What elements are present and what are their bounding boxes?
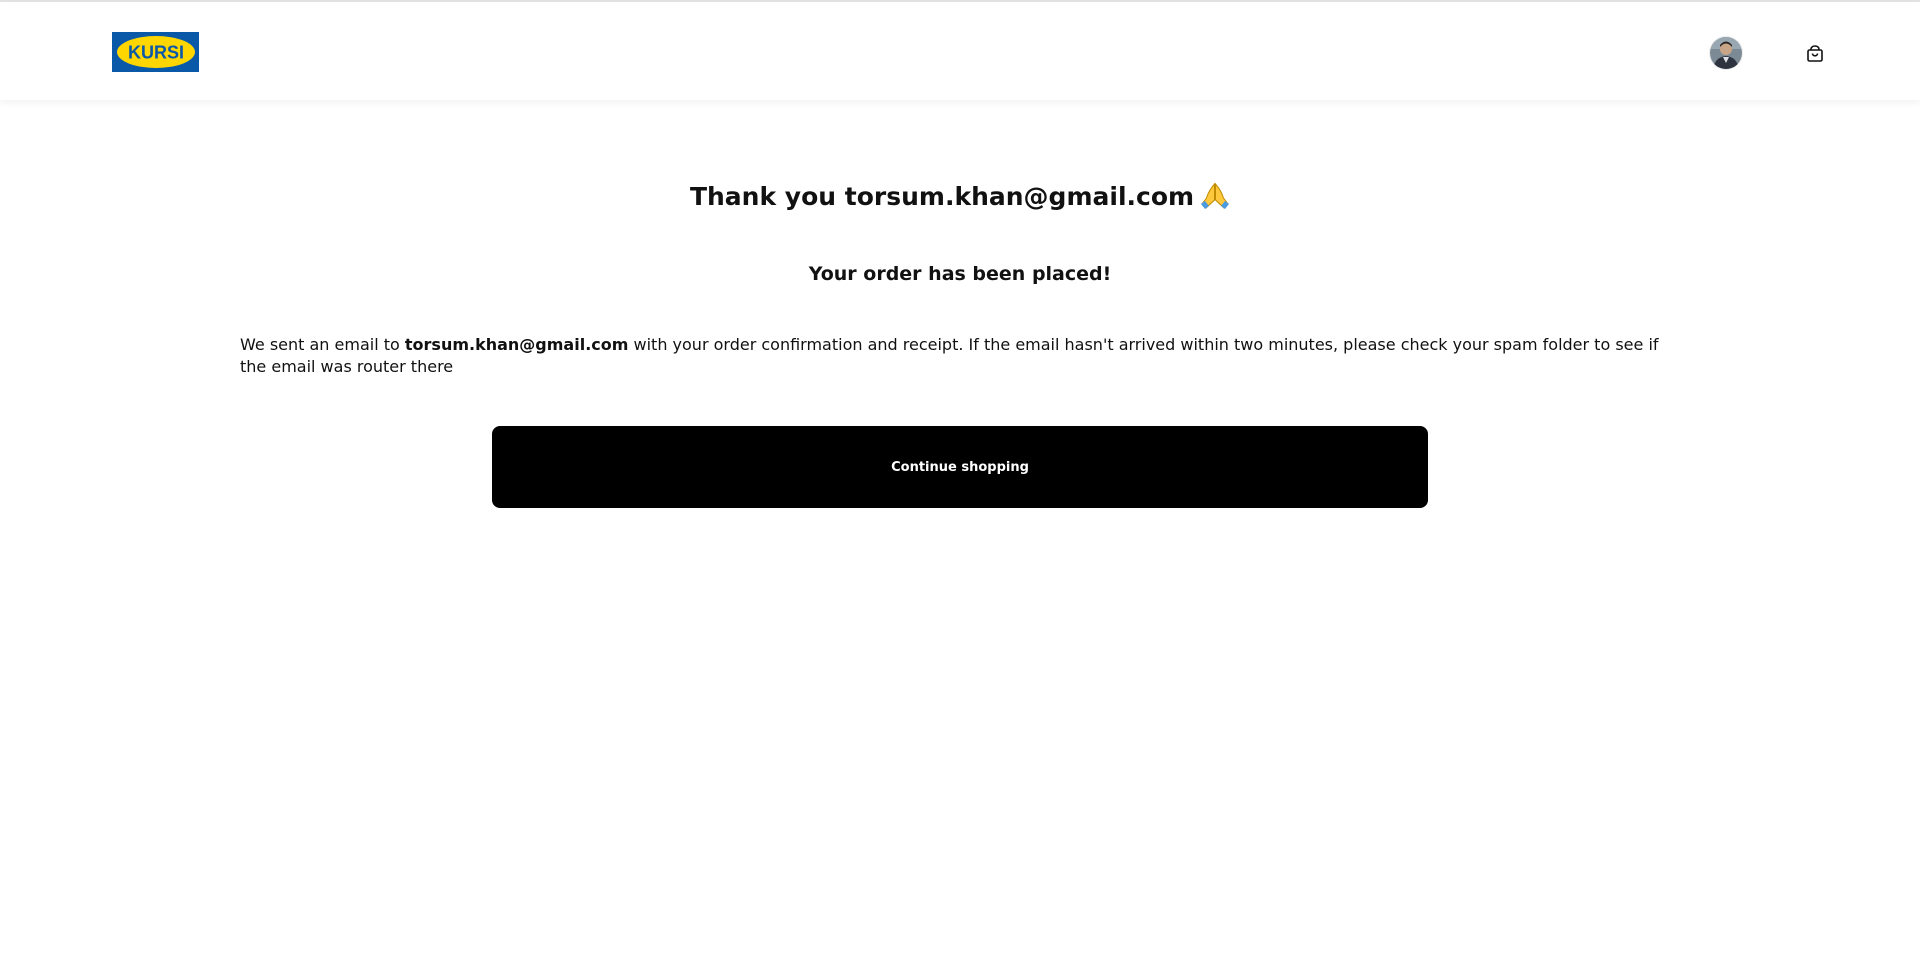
logo-text: KURSI <box>127 43 183 63</box>
folded-hands-icon <box>1201 182 1230 209</box>
title-email: torsum.khan@gmail.com <box>844 182 1195 211</box>
order-confirmation-page: KURSI Thank you torsum.khan@gmail.com Yo… <box>0 0 1920 972</box>
order-placed-heading: Your order has been placed! <box>808 263 1112 285</box>
cart-button[interactable] <box>1804 43 1826 65</box>
message-email: torsum.khan@gmail.com <box>404 335 629 354</box>
kursi-logo[interactable]: KURSI <box>112 32 199 72</box>
user-avatar[interactable] <box>1710 37 1742 69</box>
message-intro: We sent an email to <box>240 335 400 354</box>
confirmation-message: We sent an email to torsum.khan@gmail.co… <box>240 334 1680 378</box>
shopping-bag-icon <box>1807 45 1823 62</box>
continue-shopping-button[interactable]: Continue shopping <box>492 426 1428 508</box>
site-header: KURSI <box>0 2 1920 100</box>
page-title: Thank you torsum.khan@gmail.com <box>0 178 1920 216</box>
title-prefix: Thank you <box>689 182 837 211</box>
